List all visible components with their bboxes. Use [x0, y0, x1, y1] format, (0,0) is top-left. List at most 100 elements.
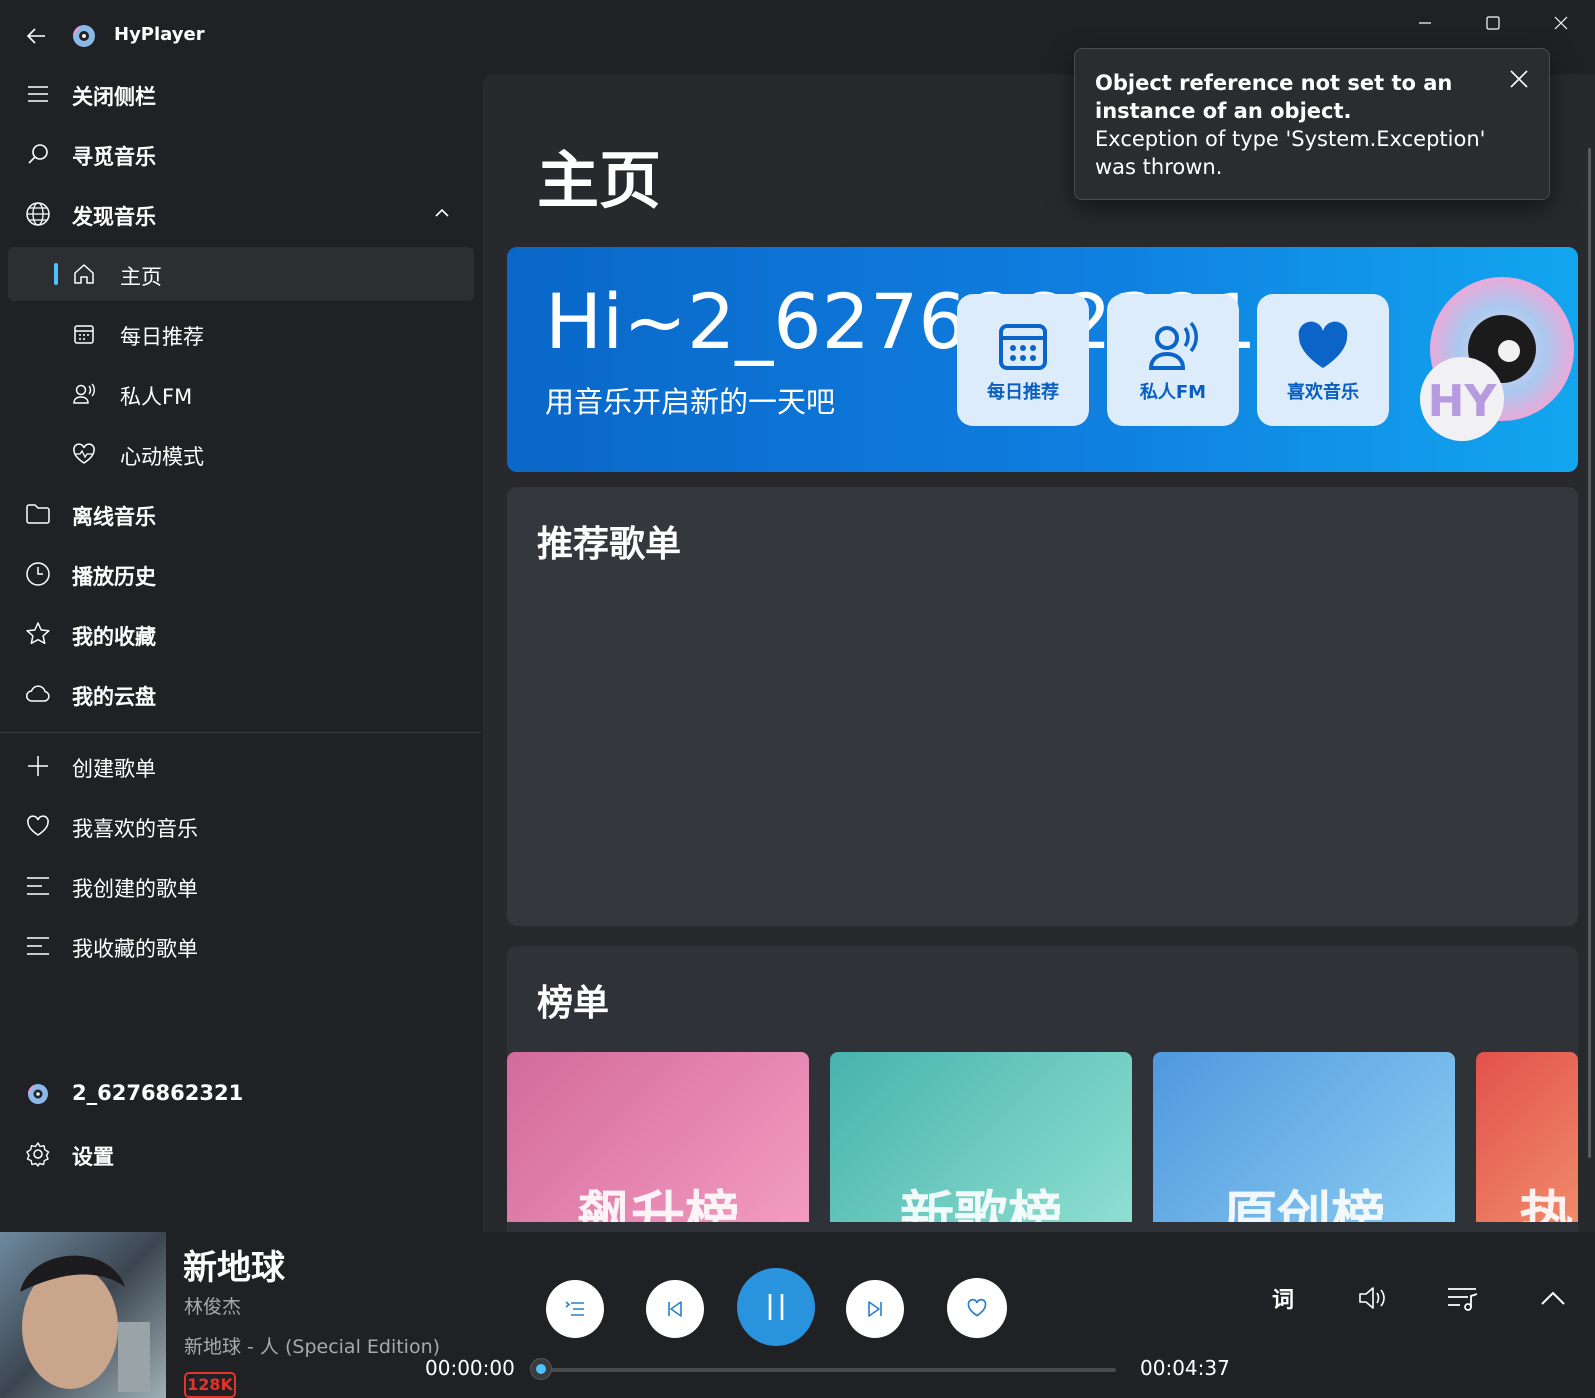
like-button[interactable]: [947, 1278, 1007, 1338]
sidebar-item-label: 我的收藏: [72, 625, 156, 649]
song-artist[interactable]: 林俊杰: [184, 1292, 241, 1319]
pause-icon: [768, 1294, 784, 1320]
song-album[interactable]: 新地球 - 人 (Special Edition): [184, 1332, 440, 1359]
radio-icon: [1145, 318, 1201, 374]
elapsed-time: 00:00:00: [425, 1356, 515, 1380]
list-icon: [24, 872, 52, 900]
volume-icon: [1359, 1287, 1385, 1309]
main-content: 主页 Hi~2_6276862321 用音乐开启新的一天吧 每日推荐 私人FM …: [483, 74, 1595, 1234]
sidebar-item-label: 心动模式: [120, 445, 204, 469]
tile-private-fm[interactable]: 私人FM: [1107, 294, 1239, 426]
sidebar-item-close-sidebar[interactable]: 关闭侧栏: [8, 67, 474, 121]
chart-card-label: 原创榜: [1223, 1185, 1385, 1222]
total-duration: 00:04:37: [1140, 1356, 1230, 1380]
app-logo-icon: [70, 22, 98, 50]
error-notification: Object reference not set to an instance …: [1074, 48, 1550, 200]
previous-button[interactable]: [646, 1280, 704, 1338]
album-cover[interactable]: [0, 1232, 166, 1398]
close-window-button[interactable]: [1538, 8, 1584, 38]
user-name: 2_6276862321: [72, 1081, 244, 1105]
notification-message: Exception of type 'System.Exception' was…: [1095, 127, 1486, 179]
previous-icon: [668, 1301, 682, 1317]
sidebar-item-created-playlists[interactable]: 我创建的歌单: [8, 859, 474, 913]
list-icon: [24, 932, 52, 960]
sidebar-user[interactable]: 2_6276862321: [8, 1067, 474, 1121]
sidebar-item-search-music[interactable]: 寻觅音乐: [8, 127, 474, 181]
minimize-icon: [1419, 22, 1431, 24]
hamburger-icon: [24, 80, 52, 108]
home-icon: [70, 260, 98, 288]
folder-icon: [24, 500, 52, 528]
back-button[interactable]: [22, 22, 50, 50]
player-bar: 新地球 林俊杰 新地球 - 人 (Special Edition) 128K 0…: [0, 1232, 1595, 1398]
chevron-up-icon: [1541, 1291, 1565, 1305]
sidebar-item-label: 播放历史: [72, 565, 156, 589]
sidebar-item-my-cloud[interactable]: 我的云盘: [8, 667, 474, 721]
disc-label: HY: [1428, 376, 1498, 427]
expand-player-button[interactable]: [1533, 1278, 1573, 1318]
quality-badge: 128K: [184, 1372, 236, 1398]
notification-close-button[interactable]: [1507, 67, 1531, 91]
sidebar-item-liked-music[interactable]: 我喜欢的音乐: [8, 799, 474, 853]
sidebar-item-daily-recommend[interactable]: 每日推荐: [8, 307, 474, 361]
tile-liked-music[interactable]: 喜欢音乐: [1257, 294, 1389, 426]
chart-card-original[interactable]: 原创榜: [1153, 1052, 1455, 1222]
sidebar-item-label: 寻觅音乐: [72, 145, 156, 169]
tile-daily-recommend[interactable]: 每日推荐: [957, 294, 1089, 426]
chart-card-new-songs[interactable]: 新歌榜: [830, 1052, 1132, 1222]
avatar: [24, 1080, 52, 1108]
sidebar-divider: [0, 732, 481, 733]
heartbeat-icon: [70, 440, 98, 468]
heart-icon: [24, 812, 52, 840]
minimize-button[interactable]: [1402, 8, 1448, 38]
section-title: 推荐歌单: [537, 524, 682, 565]
lyrics-label: 词: [1271, 1288, 1294, 1313]
star-icon: [24, 620, 52, 648]
sidebar-item-private-fm[interactable]: 私人FM: [8, 367, 474, 421]
sidebar-item-discover-music[interactable]: 发现音乐: [8, 187, 474, 241]
play-queue-button[interactable]: [1443, 1278, 1483, 1318]
next-button[interactable]: [846, 1280, 904, 1338]
sidebar-item-play-history[interactable]: 播放历史: [8, 547, 474, 601]
sidebar-item-heartbeat-mode[interactable]: 心动模式: [8, 427, 474, 481]
sidebar-item-settings[interactable]: 设置: [8, 1127, 474, 1181]
hero-banner: Hi~2_6276862321 用音乐开启新的一天吧 每日推荐 私人FM 喜欢音…: [507, 247, 1578, 472]
playlist-mode-button[interactable]: [546, 1280, 604, 1338]
heart-icon: [967, 1298, 987, 1317]
maximize-button[interactable]: [1470, 8, 1516, 38]
chevron-up-icon[interactable]: [432, 203, 452, 223]
sidebar-item-label: 我创建的歌单: [72, 877, 198, 901]
recommended-playlists-section: 推荐歌单: [507, 487, 1578, 926]
sidebar-item-label: 设置: [72, 1145, 114, 1169]
close-icon: [1554, 16, 1568, 30]
chart-card-hot[interactable]: 热: [1476, 1052, 1578, 1222]
sidebar: 关闭侧栏 寻觅音乐 发现音乐 主页 每日推荐 私人FM 心动模式 离线音乐 播放…: [0, 66, 481, 1232]
volume-button[interactable]: [1353, 1278, 1393, 1318]
song-title: 新地球: [183, 1248, 285, 1288]
section-title: 榜单: [537, 983, 610, 1024]
chart-card-soaring[interactable]: 飙升榜: [507, 1052, 809, 1222]
main-scrollbar[interactable]: [1588, 148, 1591, 1158]
chart-card-label: 飙升榜: [577, 1185, 739, 1222]
lyrics-button[interactable]: 词: [1263, 1278, 1303, 1318]
notification-title: Object reference not set to an instance …: [1095, 71, 1453, 123]
plus-icon: [24, 752, 52, 780]
sidebar-item-home[interactable]: 主页: [8, 247, 474, 301]
sidebar-item-collected-playlists[interactable]: 我收藏的歌单: [8, 919, 474, 973]
tile-label: 私人FM: [1139, 382, 1207, 403]
play-pause-button[interactable]: [737, 1268, 815, 1346]
sidebar-item-create-playlist[interactable]: 创建歌单: [8, 739, 474, 793]
sidebar-item-label: 主页: [120, 265, 162, 289]
chart-card-label: 热: [1519, 1185, 1573, 1222]
list-shuffle-icon: [565, 1301, 584, 1316]
sidebar-item-offline-music[interactable]: 离线音乐: [8, 487, 474, 541]
progress-track[interactable]: [533, 1368, 1116, 1372]
progress-thumb[interactable]: [530, 1358, 552, 1380]
heart-icon: [1295, 318, 1351, 374]
tile-label: 每日推荐: [987, 382, 1059, 403]
hyplayer-disc-logo: HY: [1397, 269, 1578, 459]
maximize-icon: [1486, 16, 1500, 30]
sidebar-item-label: 我的云盘: [72, 685, 156, 709]
sidebar-item-my-favorites[interactable]: 我的收藏: [8, 607, 474, 661]
sidebar-item-label: 私人FM: [120, 385, 193, 409]
